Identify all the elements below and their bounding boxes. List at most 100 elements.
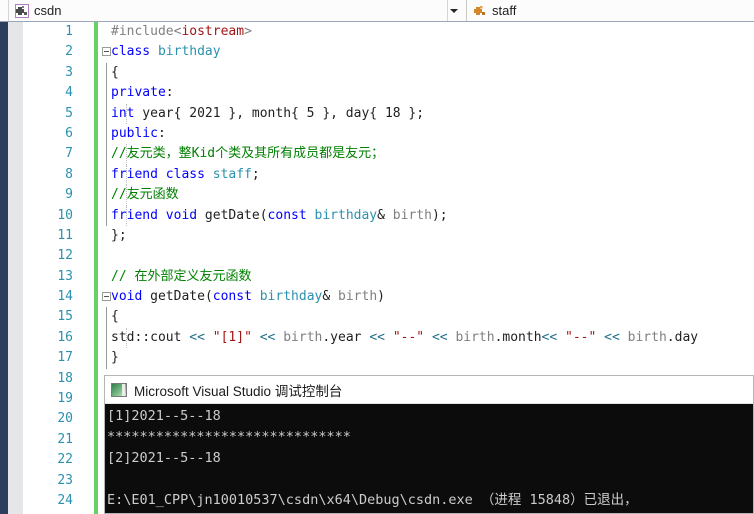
code-token: staff — [212, 166, 252, 182]
code-text: //友元类，整Kid个类及其所有成员都是友元； — [111, 144, 384, 164]
indent-guide — [106, 348, 107, 369]
line-number: 11 — [57, 227, 73, 243]
code-text: }; — [111, 226, 127, 246]
code-line[interactable]: 13 // 在外部定义友元函数 — [23, 266, 754, 288]
code-token: .month — [494, 329, 542, 345]
code-line[interactable]: 17 } — [23, 348, 754, 369]
line-number: 17 — [57, 350, 73, 366]
indent-guide — [106, 164, 107, 186]
code-token: { — [111, 309, 119, 325]
code-line[interactable]: 9 //友元函数 — [23, 185, 754, 206]
change-indicator-bar — [94, 246, 98, 267]
change-indicator-bar — [94, 266, 98, 288]
change-indicator-bar — [94, 123, 98, 145]
console-line: [1]2021--5--18 — [107, 408, 221, 424]
change-indicator-bar — [94, 287, 98, 308]
code-token: }; — [111, 227, 127, 243]
line-number: 20 — [57, 411, 73, 427]
change-indicator-bar — [94, 42, 98, 63]
line-number: 14 — [57, 289, 73, 305]
code-token: << — [369, 329, 393, 345]
change-indicator-bar — [94, 470, 98, 491]
code-text: { — [111, 307, 119, 327]
line-number: 2 — [65, 44, 73, 60]
editor-selection-margin — [8, 22, 23, 514]
code-token: << — [596, 329, 628, 345]
code-token: birthday — [314, 207, 378, 223]
line-number: 19 — [57, 391, 73, 407]
tab-csdn[interactable]: csdn — [8, 0, 448, 21]
change-indicator-bar — [94, 389, 98, 410]
code-line[interactable]: 15 { — [23, 307, 754, 328]
code-line[interactable]: 4 private: — [23, 83, 754, 104]
code-token: iostream — [181, 24, 245, 39]
code-token: birthday — [157, 44, 221, 60]
code-line[interactable]: 3 { — [23, 62, 754, 84]
collapse-region-icon[interactable] — [102, 47, 111, 57]
code-line[interactable]: 12 — [23, 246, 754, 267]
change-indicator-bar — [94, 429, 98, 451]
code-token: "--" — [392, 329, 425, 345]
collapse-region-icon[interactable] — [102, 292, 111, 302]
code-token: ( — [259, 207, 268, 223]
code-text: //友元函数 — [111, 185, 179, 205]
code-token: public — [111, 125, 158, 141]
editor-tab-strip: csdn staff — [0, 0, 754, 22]
console-title-text: Microsoft Visual Studio 调试控制台 — [134, 383, 343, 399]
code-text: private: — [111, 83, 174, 103]
code-text: #include<iostream> — [111, 22, 252, 42]
line-number: 7 — [65, 146, 73, 162]
code-token: birth — [627, 329, 667, 345]
code-token: friend void — [111, 207, 205, 223]
code-token: : — [157, 125, 166, 141]
code-line[interactable]: 6 public: — [23, 123, 754, 145]
debug-console-window[interactable]: Microsoft Visual Studio 调试控制台 [1]2021--5… — [104, 375, 754, 514]
change-indicator-bar — [94, 205, 98, 226]
code-text: // 在外部定义友元函数 — [111, 267, 251, 287]
code-token: getDate — [204, 207, 260, 223]
tab-staff[interactable]: staff — [466, 0, 754, 21]
change-indicator-bar — [94, 225, 98, 247]
console-line: E:\E01_CPP\jn10010537\csdn\x64\Debug\csd… — [107, 492, 638, 508]
change-indicator-bar — [94, 144, 98, 165]
code-text: std::cout << "[1]" << birth.year << "--"… — [111, 328, 698, 348]
code-token: const — [212, 289, 260, 305]
code-line[interactable]: 1 #include<iostream> — [23, 22, 754, 43]
code-text: int year{ 2021 }, month{ 5 }, day{ 18 }; — [111, 104, 424, 124]
line-number: 16 — [57, 329, 73, 345]
code-token: ; — [251, 166, 260, 182]
tab-list-dropdown-button[interactable] — [444, 0, 464, 21]
code-token: // 在外部定义友元函数 — [111, 268, 252, 284]
code-line[interactable]: 14 void getDate(const birthday& birth) — [23, 287, 754, 308]
line-number: 21 — [57, 431, 73, 447]
code-text: { — [111, 63, 119, 83]
code-token: int — [111, 105, 135, 121]
code-text: public: — [111, 124, 166, 144]
change-indicator-bar — [94, 368, 98, 390]
code-token: .day — [666, 329, 699, 345]
code-line[interactable]: 5 int year{ 2021 }, month{ 5 }, day{ 18 … — [23, 103, 754, 124]
indent-guide — [106, 123, 107, 145]
code-line[interactable]: 7 //友元类，整Kid个类及其所有成员都是友元； — [23, 144, 754, 165]
code-token: year — [134, 105, 174, 121]
code-token: & — [377, 207, 393, 223]
code-token: friend class — [111, 166, 213, 182]
code-line[interactable]: 11 }; — [23, 225, 754, 247]
code-token: ) — [377, 289, 385, 305]
code-line[interactable]: 16 std::cout << "[1]" << birth.year << "… — [23, 327, 754, 349]
console-line: [2]2021--5--18 — [107, 450, 221, 466]
tab-csdn-label: csdn — [34, 3, 62, 18]
code-line[interactable]: 10 friend void getDate(const birthday& b… — [23, 205, 754, 226]
indent-guide — [106, 185, 107, 206]
code-line[interactable]: 8 friend class staff; — [23, 164, 754, 186]
code-token: > — [244, 24, 252, 39]
line-number: 5 — [65, 105, 73, 121]
code-line[interactable]: 2 class birthday — [23, 42, 754, 63]
code-token: { 2021 }, month{ 5 }, day{ 18 }; — [173, 105, 425, 121]
line-number: 22 — [57, 452, 73, 468]
code-token: void — [111, 289, 151, 305]
code-token: ); — [431, 207, 448, 223]
indent-guide — [106, 62, 107, 84]
code-token: << — [251, 329, 284, 345]
console-title-bar[interactable]: Microsoft Visual Studio 调试控制台 — [105, 376, 753, 404]
